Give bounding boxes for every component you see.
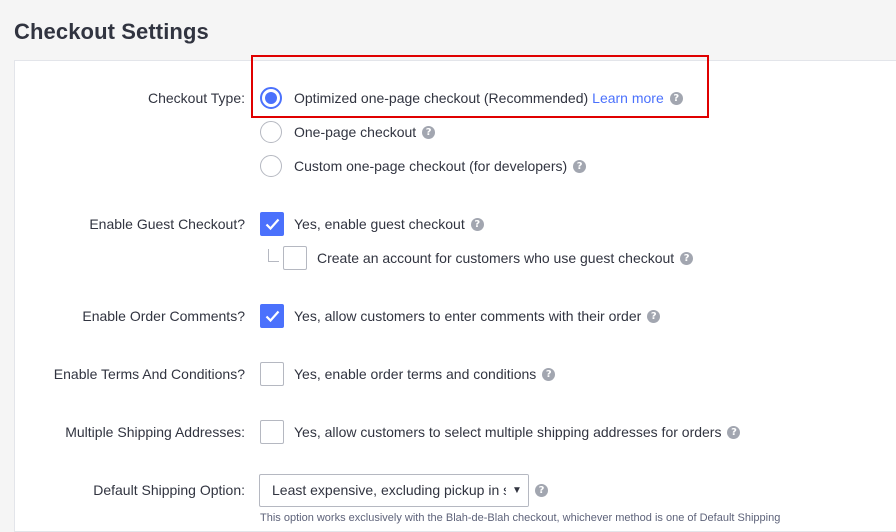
default-shipping-value: Least expensive, excluding pickup in sto… [272, 482, 529, 498]
default-shipping-select[interactable]: Least expensive, excluding pickup in sto… [259, 474, 529, 507]
terms-option-label: Yes, enable order terms and conditions [294, 366, 537, 382]
order-comments-option-label: Yes, allow customers to enter comments w… [294, 308, 642, 324]
guest-checkout-label: Enable Guest Checkout? [89, 216, 245, 232]
chevron-down-icon: ▼ [506, 475, 528, 506]
multi-shipping-checkbox[interactable] [260, 420, 284, 444]
multi-shipping-label: Multiple Shipping Addresses: [65, 424, 245, 440]
one-page-checkout-label: One-page checkout [294, 124, 417, 140]
help-icon[interactable]: ? [422, 125, 436, 139]
order-comments-checkbox[interactable] [260, 304, 284, 328]
help-icon[interactable]: ? [542, 367, 556, 381]
help-icon[interactable]: ? [573, 159, 587, 173]
option-custom-checkout[interactable]: Custom one-page checkout (for developers… [294, 158, 587, 174]
option-order-comments[interactable]: Yes, allow customers to enter comments w… [294, 308, 661, 324]
shipping-note: This option works exclusively with the B… [260, 512, 781, 524]
check-icon [265, 310, 280, 323]
radio-custom-checkout[interactable] [260, 155, 282, 177]
radio-one-page-checkout[interactable] [260, 121, 282, 143]
option-multi-shipping[interactable]: Yes, allow customers to select multiple … [294, 424, 741, 440]
default-shipping-label: Default Shipping Option: [93, 482, 245, 498]
terms-label: Enable Terms And Conditions? [53, 366, 245, 382]
help-icon[interactable]: ? [647, 309, 661, 323]
help-icon[interactable]: ? [535, 484, 548, 497]
help-icon[interactable]: ? [727, 425, 741, 439]
create-account-checkbox[interactable] [283, 246, 307, 270]
help-icon[interactable]: ? [680, 251, 694, 265]
option-create-account[interactable]: Create an account for customers who use … [317, 250, 694, 266]
order-comments-label: Enable Order Comments? [82, 308, 245, 324]
tree-connector [268, 249, 279, 262]
terms-checkbox[interactable] [260, 362, 284, 386]
create-account-label: Create an account for customers who use … [317, 250, 675, 266]
settings-panel [14, 60, 896, 532]
option-one-page-checkout[interactable]: One-page checkout ? [294, 124, 436, 140]
custom-checkout-label: Custom one-page checkout (for developers… [294, 158, 568, 174]
multi-shipping-option-label: Yes, allow customers to select multiple … [294, 424, 722, 440]
guest-checkout-option-label: Yes, enable guest checkout [294, 216, 465, 232]
option-terms[interactable]: Yes, enable order terms and conditions ? [294, 366, 556, 382]
guest-checkout-checkbox[interactable] [260, 212, 284, 236]
highlight-box [251, 55, 709, 118]
page-title: Checkout Settings [14, 19, 209, 44]
option-guest-checkout[interactable]: Yes, enable guest checkout ? [294, 216, 484, 232]
help-icon[interactable]: ? [470, 217, 484, 231]
checkout-type-label: Checkout Type: [147, 90, 245, 106]
check-icon [265, 218, 280, 231]
